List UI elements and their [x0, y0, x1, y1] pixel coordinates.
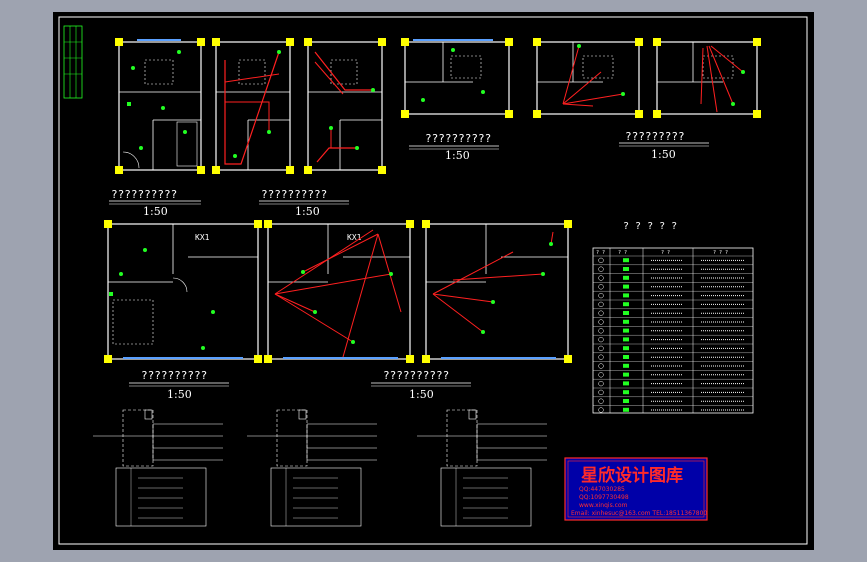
legend-row-number-marker [598, 319, 604, 325]
legend-row-symbol [623, 319, 629, 324]
floor-plan-top-right-1 [401, 38, 513, 118]
legend-row-symbol [623, 284, 629, 289]
legend-title: ? ? ? ? ? [623, 221, 677, 232]
legend-row-symbol [623, 311, 629, 315]
plan-scale-top-right-2: 1:50 [651, 148, 676, 161]
legend-row-symbol [623, 346, 629, 351]
legend-row-number-marker [598, 389, 604, 396]
watermark-stamp: 星欣设计图库 QQ:447030285 QQ:1097730498 www.xi… [564, 457, 708, 521]
plan-caption-top-right-2: ????????? [625, 130, 685, 143]
legend-row-number-marker [598, 292, 604, 299]
legend-row-symbol [623, 355, 629, 359]
room-tag-1: KX1 [195, 233, 210, 242]
legend-row-number-marker [598, 266, 604, 272]
title-strip [63, 25, 83, 99]
legend-row-number-marker [598, 372, 604, 378]
watermark-line-4: Email: xinhesuc@163.com TEL:18511367800 [571, 510, 707, 517]
legend-row-symbol [623, 267, 629, 271]
legend-row-number-marker [598, 345, 604, 352]
legend-row-symbol [623, 381, 629, 386]
legend-row-symbol [623, 302, 629, 307]
panel-schematic-2 [247, 409, 377, 527]
plan-scale-top-left-1: 1:50 [143, 205, 168, 218]
plan-caption-top-left-1: ?????????? [111, 188, 177, 201]
watermark-line-1: QQ:447030285 [579, 486, 625, 493]
plan-scale-top-right-1: 1:50 [445, 149, 470, 162]
legend-header-2: ? ? [618, 250, 627, 256]
legend-row-symbol [623, 258, 629, 263]
floor-plan-middle-1: KX1 [104, 220, 262, 363]
legend-row-number-marker [598, 257, 604, 264]
legend-table: ? ? ? ? ? ? ? ? ? [592, 247, 754, 414]
panel-schematic-3 [417, 409, 547, 527]
plan-caption-top-right-1: ?????????? [425, 132, 491, 145]
cad-drawing: ?????????? 1:50 ?????????? 1:50 ????????… [58, 16, 808, 545]
watermark-line-3: www.xinqis.com [579, 502, 628, 509]
legend-row-number-marker [598, 301, 604, 308]
floor-plan-top-right-3 [653, 38, 761, 118]
legend-row-number-marker [598, 363, 604, 369]
legend-row-symbol [623, 328, 629, 333]
panel-schematic-1 [93, 409, 223, 527]
floor-plan-middle-2: KX1 [264, 220, 414, 363]
drawing-sheet: ?????????? 1:50 ?????????? 1:50 ????????… [53, 12, 814, 550]
floor-plan-top-left-3 [304, 38, 386, 174]
legend-row-symbol [623, 399, 629, 403]
plan-scale-top-left-2: 1:50 [295, 205, 320, 218]
legend-row-number-marker [598, 336, 604, 343]
legend-row-number-marker [598, 284, 604, 290]
legend-row-number-marker [598, 328, 604, 334]
legend-row-number-marker [598, 407, 604, 413]
legend-rows [593, 255, 753, 413]
floor-plan-middle-3 [422, 220, 572, 363]
legend-header-4: ? ? ? [713, 250, 728, 256]
legend-row-symbol [623, 390, 629, 395]
watermark-line-2: QQ:1097730498 [579, 494, 629, 501]
legend-row-symbol [623, 407, 629, 412]
room-tag-2: KX1 [347, 233, 362, 242]
legend-row-number-marker [598, 354, 604, 360]
plan-scale-middle-1: 1:50 [167, 388, 192, 401]
legend-row-number-marker [598, 398, 604, 404]
legend-row-symbol [623, 337, 629, 342]
plan-caption-top-left-2: ?????????? [261, 188, 327, 201]
legend-row-symbol [623, 363, 629, 368]
floor-plan-top-left-2 [212, 38, 294, 174]
legend-row-number-marker [598, 310, 604, 316]
legend-row-number-marker [598, 275, 604, 281]
floor-plan-top-left-1 [115, 38, 205, 174]
plan-caption-middle-2: ?????????? [383, 369, 449, 382]
watermark-title: 星欣设计图库 [581, 465, 683, 486]
legend-row-symbol [623, 372, 629, 377]
legend-header-1: ? ? [596, 250, 605, 256]
legend-row-symbol [623, 275, 629, 280]
legend-header-3: ? ? [661, 250, 670, 256]
plan-scale-middle-2: 1:50 [409, 388, 434, 401]
floor-plan-top-right-2 [533, 38, 643, 118]
legend-row-number-marker [598, 380, 604, 387]
legend-row-symbol [623, 293, 629, 298]
plan-caption-middle-1: ?????????? [141, 369, 207, 382]
